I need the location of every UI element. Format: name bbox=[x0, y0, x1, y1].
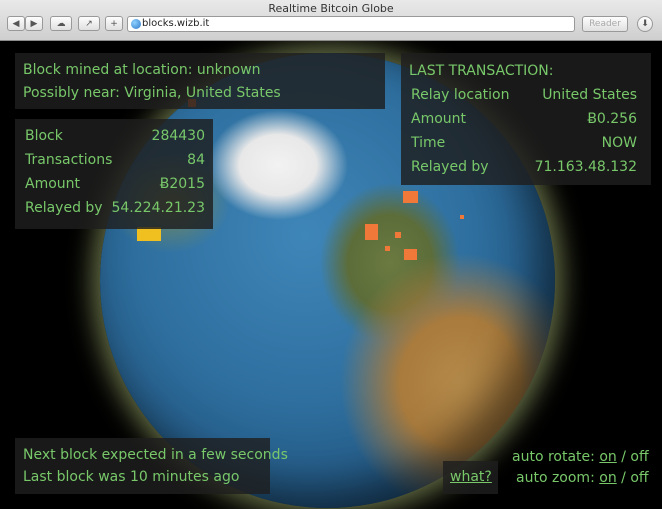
auto-rotate-label: auto rotate: bbox=[512, 449, 595, 465]
back-icon: ◀ bbox=[12, 19, 20, 29]
tx-relayed-by-value: 71.163.48.132 bbox=[534, 159, 637, 175]
next-block-text: Next block expected in a few seconds bbox=[23, 447, 288, 463]
block-label: Block bbox=[25, 128, 63, 144]
cloud-icon: ☁ bbox=[56, 19, 66, 29]
auto-zoom-off-link[interactable]: off bbox=[630, 470, 648, 486]
block-timing-panel: Next block expected in a few seconds Las… bbox=[15, 438, 288, 494]
reader-button[interactable]: Reader bbox=[582, 16, 628, 32]
transaction-marker bbox=[365, 224, 378, 240]
transaction-marker bbox=[385, 246, 390, 251]
auto-zoom-on-link[interactable]: on bbox=[599, 470, 616, 486]
transactions-value: 84 bbox=[187, 152, 205, 168]
auto-zoom-control: auto zoom: on / off bbox=[516, 470, 649, 486]
share-icon: ↗ bbox=[85, 19, 93, 29]
relayed-by-label: Relayed by bbox=[25, 200, 103, 216]
what-link-panel: what? bbox=[443, 461, 498, 494]
amount-label: Amount bbox=[25, 176, 81, 192]
tx-time-label: Time bbox=[411, 135, 446, 151]
download-button[interactable]: ⬇ bbox=[637, 16, 653, 32]
tx-amount-label: Amount bbox=[411, 111, 467, 127]
auto-rotate-on-link[interactable]: on bbox=[599, 449, 616, 465]
add-bookmark-button[interactable]: + bbox=[105, 16, 123, 31]
auto-zoom-label: auto zoom: bbox=[516, 470, 595, 486]
mined-location-text: Block mined at location: unknown bbox=[23, 62, 261, 78]
download-icon: ⬇ bbox=[641, 19, 649, 29]
auto-rotate-off-link[interactable]: off bbox=[630, 449, 648, 465]
what-link[interactable]: what? bbox=[450, 469, 492, 485]
globe-icon bbox=[131, 19, 141, 29]
auto-rotate-control: auto rotate: on / off bbox=[512, 449, 649, 465]
block-location-panel: Block mined at location: unknown Possibl… bbox=[15, 53, 385, 109]
possibly-near-text: Possibly near: Virginia, United States bbox=[23, 85, 281, 101]
forward-button[interactable]: ▶ bbox=[25, 16, 43, 31]
transaction-marker bbox=[403, 191, 418, 203]
relay-location-value: United States bbox=[542, 87, 637, 103]
separator: / bbox=[621, 470, 626, 486]
block-value: 284430 bbox=[151, 128, 205, 144]
transaction-marker bbox=[395, 232, 401, 238]
globe-viewport[interactable]: Block mined at location: unknown Possibl… bbox=[0, 41, 662, 509]
relay-location-label: Relay location bbox=[411, 87, 510, 103]
amount-value: Ƀ2015 bbox=[159, 176, 205, 192]
browser-window: Realtime Bitcoin Globe ◀ ▶ ☁ ↗ + blocks.… bbox=[0, 0, 662, 509]
icloud-button[interactable]: ☁ bbox=[50, 16, 72, 31]
last-transaction-heading: LAST TRANSACTION: bbox=[409, 63, 554, 79]
window-title: Realtime Bitcoin Globe bbox=[268, 2, 394, 15]
tx-amount-value: Ƀ0.256 bbox=[587, 111, 637, 127]
tx-time-value: NOW bbox=[601, 135, 637, 151]
last-block-text: Last block was 10 minutes ago bbox=[23, 469, 240, 485]
title-bar: Realtime Bitcoin Globe ◀ ▶ ☁ ↗ + blocks.… bbox=[0, 0, 662, 41]
transaction-marker bbox=[404, 249, 417, 260]
block-marker bbox=[137, 227, 161, 241]
forward-icon: ▶ bbox=[30, 19, 38, 29]
url-text: blocks.wizb.it bbox=[142, 18, 210, 29]
address-bar[interactable]: blocks.wizb.it bbox=[127, 16, 575, 32]
tx-relayed-by-label: Relayed by bbox=[411, 159, 489, 175]
back-button[interactable]: ◀ bbox=[7, 16, 25, 31]
relayed-by-value: 54.224.21.23 bbox=[111, 200, 205, 216]
transactions-label: Transactions bbox=[25, 152, 113, 168]
block-stats-panel: Block 284430 Transactions 84 Amount Ƀ201… bbox=[15, 119, 213, 229]
transaction-marker bbox=[460, 215, 464, 219]
separator: / bbox=[621, 449, 626, 465]
share-button[interactable]: ↗ bbox=[78, 16, 100, 31]
add-icon: + bbox=[110, 19, 118, 29]
last-transaction-panel: LAST TRANSACTION: Relay location United … bbox=[401, 53, 651, 185]
